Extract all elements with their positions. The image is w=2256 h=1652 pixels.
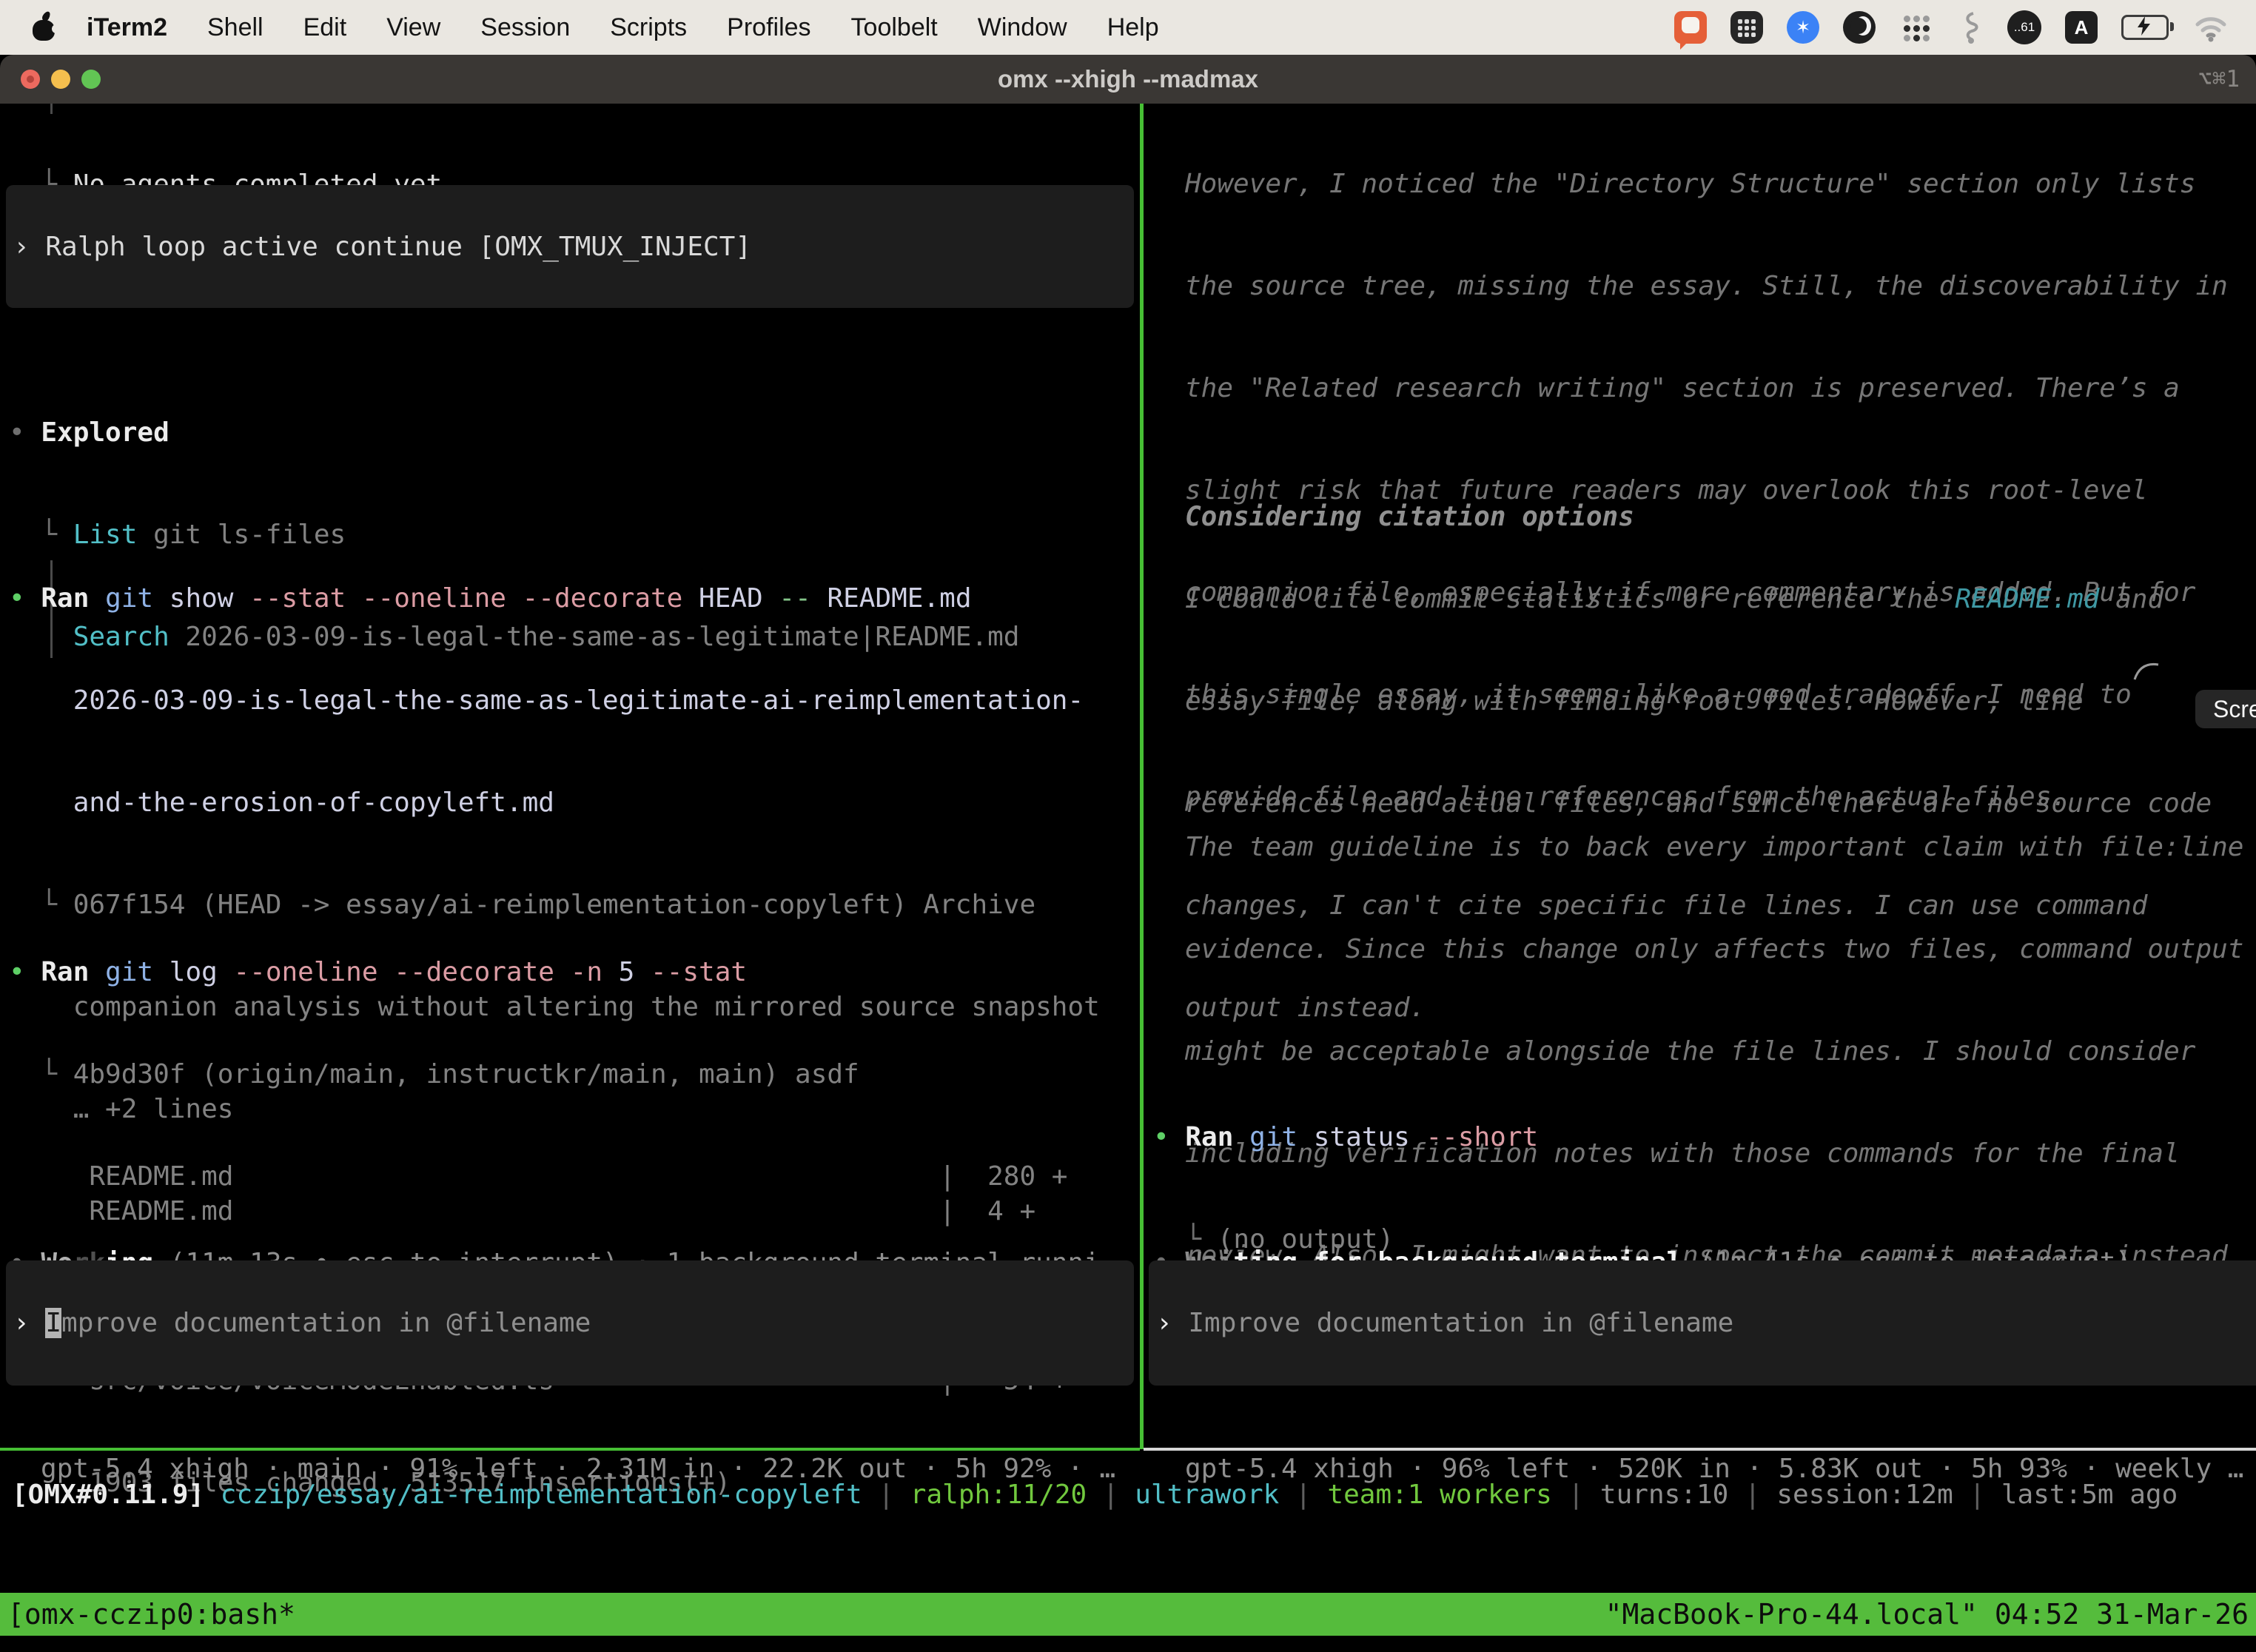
turns-count: turns:10 [1600, 1480, 1728, 1510]
menu-item-help[interactable]: Help [1087, 13, 1179, 42]
menubar-status-icons: ✶ ..61 A [1674, 10, 2256, 44]
menu-item-session[interactable]: Session [460, 13, 590, 42]
prompt-chevron-icon: › [13, 232, 45, 262]
tmux-host-clock: "MacBook-Pro-44.local" 04:52 31-Mar-26 [1598, 1593, 2256, 1636]
bullet-icon: • [9, 583, 41, 614]
omx-version: [OMX#0.11.9] [12, 1480, 204, 1510]
menu-item-window[interactable]: Window [958, 13, 1087, 42]
a-key-icon[interactable]: A [2065, 11, 2098, 44]
screen-share-tooltip[interactable]: Scre [2195, 690, 2256, 728]
team-workers: team:1 workers [1327, 1480, 1551, 1510]
left-model-status-line: gpt-5.4 xhigh · main · 91% left · 2.31M … [41, 1388, 1115, 1551]
bullet-icon: • [9, 957, 41, 987]
ralph-progress: ralph:11/20 [910, 1480, 1087, 1510]
omx-mode: ultrawork [1135, 1480, 1279, 1510]
right-prompt-input[interactable]: › Improve documentation in @filename [1149, 1260, 2256, 1386]
wifi-icon[interactable] [2192, 13, 2229, 42]
last-activity: last:5m ago [2001, 1480, 2178, 1510]
menu-item-toolbelt[interactable]: Toolbelt [831, 13, 958, 42]
percent-badge-icon[interactable]: ..61 [2007, 10, 2041, 44]
pane-divider[interactable] [1140, 104, 1144, 1449]
shield-grid-icon[interactable] [1730, 11, 1763, 44]
curved-arrow-icon [2132, 657, 2163, 682]
battery-charging-icon[interactable] [2121, 15, 2169, 40]
ralph-banner[interactable]: › Ralph loop active continue [OMX_TMUX_I… [6, 185, 1134, 308]
prompt-chevron-icon: › [1156, 1308, 1188, 1338]
session-duration: session:12m [1776, 1480, 1953, 1510]
tmux-session-window: [omx-cczip0:bash* [0, 1593, 303, 1636]
menu-bar: iTerm2 Shell Edit View Session Scripts P… [0, 0, 2256, 55]
squiggle-icon[interactable] [1955, 10, 1984, 44]
window-title-bar: omx --xhigh --madmax ⌥⌘1 [0, 55, 2256, 104]
readme-link[interactable]: README.md [1955, 584, 2099, 614]
window-shortcut-badge: ⌥⌘1 [2198, 55, 2240, 104]
menu-item-profiles[interactable]: Profiles [707, 13, 830, 42]
menu-item-scripts[interactable]: Scripts [590, 13, 707, 42]
prompt-chevron-icon: › [13, 1308, 45, 1338]
dots-grid-icon[interactable] [1899, 11, 1932, 44]
blue-star-icon[interactable]: ✶ [1787, 11, 1819, 44]
chat-app-icon[interactable] [1674, 11, 1707, 44]
menu-item-iterm2[interactable]: iTerm2 [67, 13, 187, 42]
screen: iTerm2 Shell Edit View Session Scripts P… [0, 0, 2256, 1652]
crescent-app-icon[interactable] [1843, 11, 1876, 44]
bullet-icon: • [9, 417, 41, 448]
menu-item-view[interactable]: View [366, 13, 460, 42]
menu-item-shell[interactable]: Shell [187, 13, 283, 42]
omx-status-bar: [OMX#0.11.9] cczip/essay/ai-reimplementa… [12, 1474, 2178, 1516]
bullet-icon: • [1153, 1122, 1185, 1152]
omx-path: cczip/essay/ai-reimplementation-copyleft [221, 1480, 862, 1510]
right-model-status-line: gpt-5.4 xhigh · 96% left · 520K in · 5.8… [1185, 1388, 2243, 1551]
menu-item-edit[interactable]: Edit [283, 13, 367, 42]
left-prompt-input[interactable]: › Improve documentation in @filename [6, 1260, 1134, 1386]
text-cursor: I [45, 1308, 61, 1338]
apple-icon[interactable] [31, 13, 56, 42]
window-title: omx --xhigh --madmax [0, 55, 2256, 104]
tmux-status-bar: [omx-cczip0:bash* "MacBook-Pro-44.local"… [0, 1593, 2256, 1636]
